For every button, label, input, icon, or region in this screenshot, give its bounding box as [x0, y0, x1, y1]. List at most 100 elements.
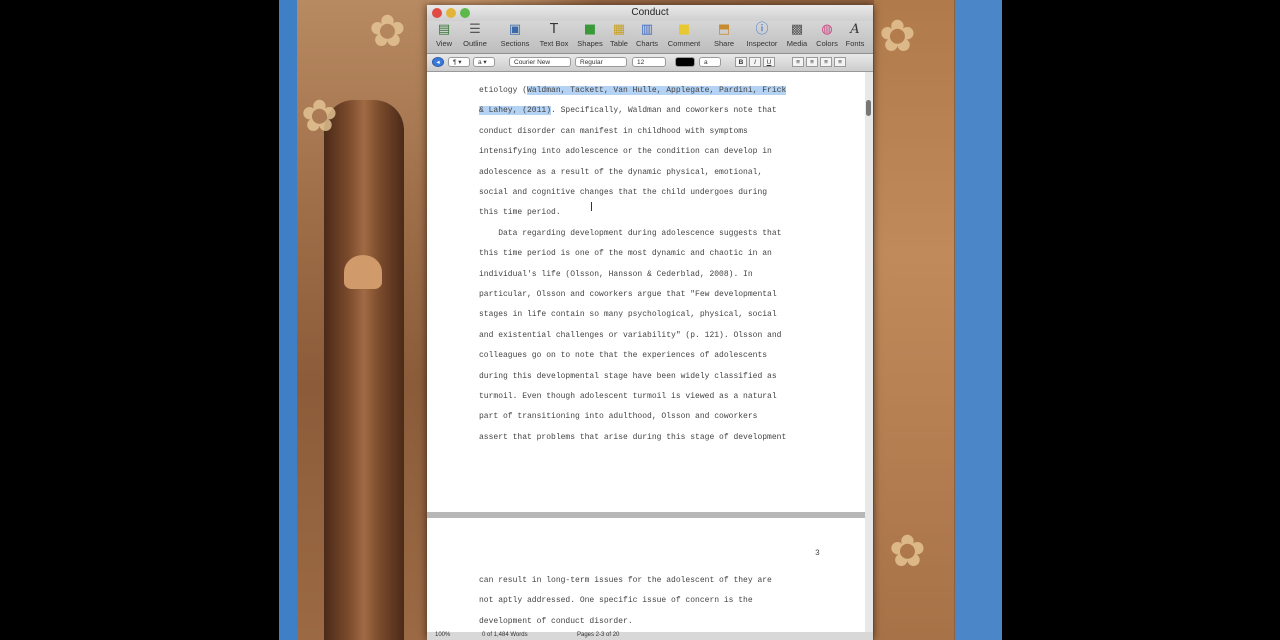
text-run: Data regarding development during adoles… [479, 228, 782, 238]
align-right-button[interactable]: ≡ [820, 57, 832, 67]
text-run: intensifying into adolescence or the con… [479, 147, 772, 157]
format-bar: ◂ ¶ ▾ a ▾ Courier New Regular 12 a B I U… [427, 54, 873, 72]
font-family-select[interactable]: Courier New [509, 57, 571, 67]
text-line[interactable]: intensifying into adolescence or the con… [479, 147, 772, 156]
text-color-well[interactable] [675, 57, 695, 67]
wallpaper-flower-icon: ✿ [889, 526, 926, 577]
font-size-select[interactable]: 12 [632, 57, 666, 67]
underline-button[interactable]: U [763, 57, 775, 67]
text-cursor [591, 202, 592, 211]
text-line[interactable]: & Lahey, (2011). Specifically, Waldman a… [479, 106, 777, 116]
justify-button[interactable]: ≡ [834, 57, 846, 67]
textbox-icon: T [550, 22, 558, 37]
text-line[interactable]: part of transitioning into adulthood, Ol… [479, 412, 757, 421]
document-page-2[interactable]: etiology (Waldman, Tackett, Van Hulle, A… [427, 72, 865, 512]
text-run: . Specifically, Waldman and coworkers no… [551, 106, 777, 116]
text-line[interactable]: stages in life contain so many psycholog… [479, 310, 777, 319]
toolbar-charts-button[interactable]: ▥ Charts [634, 22, 660, 49]
scrollbar-thumb[interactable] [866, 100, 871, 116]
title-bar[interactable]: Conduct [427, 5, 873, 21]
text-line[interactable]: etiology (Waldman, Tackett, Van Hulle, A… [479, 86, 787, 95]
text-run: social and cognitive changes that the ch… [479, 188, 768, 197]
share-icon: ⬒ [717, 22, 731, 37]
text-run: assert that problems that arise during t… [479, 432, 787, 442]
table-icon: ▦ [612, 22, 626, 37]
text-line[interactable]: not aptly addressed. One specific issue … [479, 596, 753, 605]
highlight-color-well[interactable]: a [699, 57, 721, 67]
text-run: colleagues go on to note that the experi… [479, 351, 768, 361]
word-count: 0 of 1,484 Words [482, 632, 528, 638]
text-line[interactable]: colleagues go on to note that the experi… [479, 351, 767, 360]
desktop-blue-edge [955, 0, 1002, 640]
comment-icon: ■ [677, 22, 691, 37]
align-center-button[interactable]: ≡ [806, 57, 818, 67]
text-run: adolescence as a result of the dynamic p… [479, 167, 763, 177]
toolbar-inspector-button[interactable]: ⓘ Inspector [744, 23, 780, 49]
text-line[interactable]: individual's life (Olsson, Hansson & Ced… [479, 270, 753, 279]
right-black-bar [1002, 0, 1280, 640]
text-run: this time period is one of the most dyna… [479, 249, 772, 259]
toolbar-comment-button[interactable]: ■ Comment [666, 22, 702, 49]
vertical-scrollbar[interactable] [865, 72, 873, 632]
toolbar-fonts-button[interactable]: A Fonts [844, 22, 866, 49]
text-line[interactable]: turmoil. Even though adolescent turmoil … [479, 392, 777, 401]
toolbar-media-button[interactable]: ▩ Media [785, 23, 809, 49]
toolbar-shapes-button[interactable]: ■ Shapes [576, 22, 604, 49]
styles-drawer-button[interactable]: ◂ [432, 57, 444, 67]
outline-icon: ☰ [469, 22, 481, 37]
font-style-select[interactable]: Regular [575, 57, 627, 67]
toolbar-outline-button[interactable]: ☰ Outline [460, 22, 490, 49]
align-left-button[interactable]: ≡ [792, 57, 804, 67]
text-run: part of transitioning into adulthood, Ol… [479, 412, 758, 422]
toolbar-textbox-button[interactable]: T Text Box [537, 22, 571, 49]
toolbar-colors-button[interactable]: ◍ Colors [814, 22, 840, 49]
fonts-icon: A [850, 22, 860, 37]
bold-button[interactable]: B [735, 57, 747, 67]
italic-button[interactable]: I [749, 57, 761, 67]
status-bar: 100% 0 of 1,484 Words Pages 2-3 of 20 [427, 632, 873, 640]
view-icon: ▤ [437, 22, 451, 37]
text-run: particular, Olsson and coworkers argue t… [479, 290, 777, 299]
page-count: Pages 2-3 of 20 [577, 632, 620, 638]
wallpaper-carving [324, 100, 404, 640]
text-run: conduct disorder can manifest in childho… [479, 126, 748, 136]
text-line[interactable]: particular, Olsson and coworkers argue t… [479, 290, 777, 299]
text-line[interactable]: can result in long-term issues for the a… [479, 576, 772, 585]
text-run: turmoil. Even though adolescent turmoil … [479, 392, 777, 401]
document-canvas[interactable]: etiology (Waldman, Tackett, Van Hulle, A… [427, 72, 873, 632]
charts-icon: ▥ [640, 22, 654, 37]
text-line[interactable]: conduct disorder can manifest in childho… [479, 127, 748, 136]
text-line[interactable]: this time period is one of the most dyna… [479, 249, 772, 258]
toolbar-sections-button[interactable]: ▣ Sections [499, 22, 531, 49]
wallpaper-heart-shape [344, 255, 382, 289]
text-run: this time period. [479, 208, 561, 218]
left-black-bar [0, 0, 279, 640]
toolbar-share-button[interactable]: ⬒ Share [712, 22, 736, 49]
text-run: and existential challenges or variabilit… [479, 330, 782, 340]
shapes-icon: ■ [583, 22, 597, 37]
text-line[interactable]: development of conduct disorder. [479, 617, 633, 626]
text-line[interactable]: this time period. [479, 208, 561, 217]
text-line[interactable]: during this developmental stage have bee… [479, 372, 777, 381]
toolbar: ▤ View ☰ Outline ▣ Sections T Text Box ■ Shap… [427, 21, 873, 54]
zoom-select[interactable]: 100% [435, 632, 450, 638]
text-line[interactable]: adolescence as a result of the dynamic p… [479, 168, 762, 177]
text-run: during this developmental stage have bee… [479, 371, 777, 381]
text-run: stages in life contain so many psycholog… [479, 310, 777, 320]
selected-text: & Lahey, (2011) [479, 106, 552, 116]
character-style-popup[interactable]: a ▾ [473, 57, 495, 67]
document-page-3[interactable]: 3 can result in long-term issues for the… [427, 518, 865, 632]
text-line[interactable]: social and cognitive changes that the ch… [479, 188, 767, 197]
paragraph-style-popup[interactable]: ¶ ▾ [448, 57, 470, 67]
wallpaper-flower-icon: ✿ [879, 11, 916, 62]
colors-icon: ◍ [821, 22, 833, 37]
toolbar-view-button[interactable]: ▤ View [433, 22, 455, 49]
toolbar-table-button[interactable]: ▦ Table [608, 22, 630, 49]
text-line[interactable]: Data regarding development during adoles… [479, 229, 781, 238]
text-line[interactable]: assert that problems that arise during t… [479, 433, 786, 442]
pages-document-window: Conduct ▤ View ☰ Outline ▣ Sections T Text B… [427, 5, 873, 640]
text-line[interactable]: and existential challenges or variabilit… [479, 331, 781, 340]
wallpaper-flower-icon: ✿ [301, 91, 338, 142]
sections-icon: ▣ [508, 22, 522, 37]
page-number: 3 [815, 549, 820, 558]
